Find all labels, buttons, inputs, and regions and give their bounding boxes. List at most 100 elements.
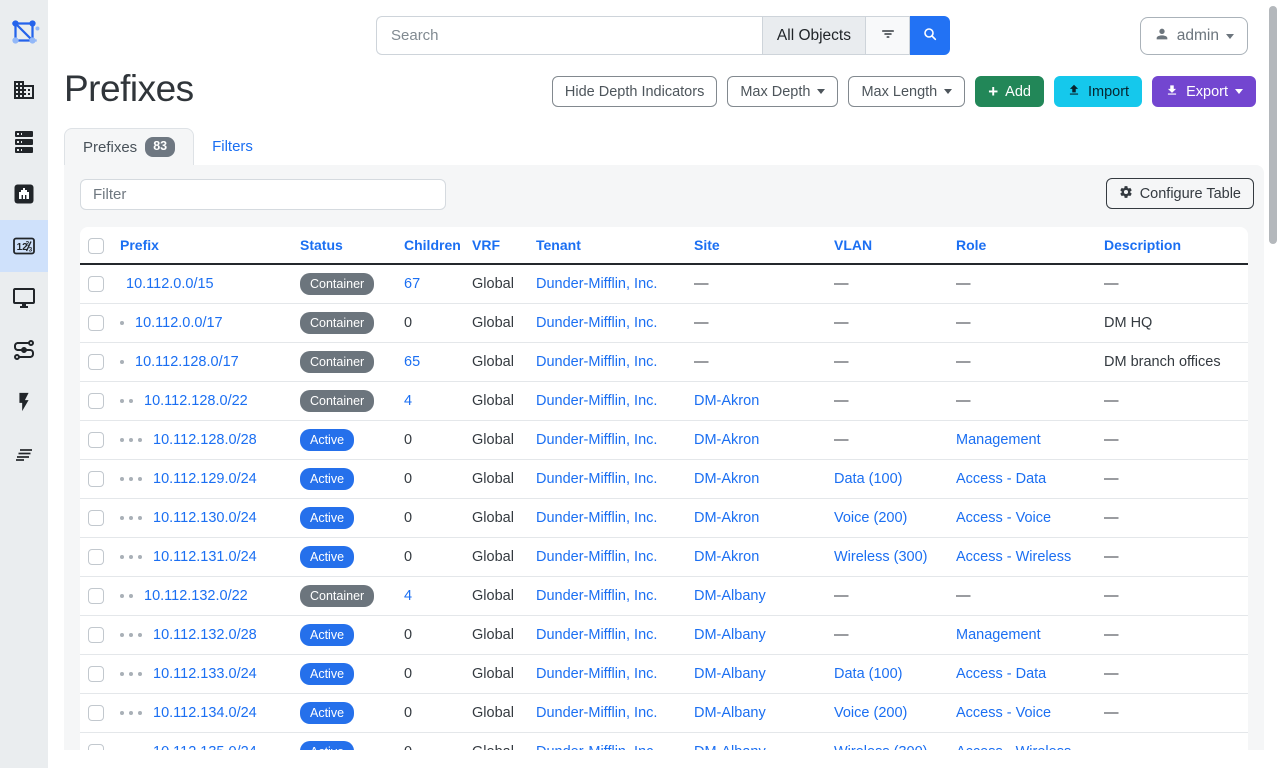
children-link[interactable]: 67 (404, 276, 420, 292)
site-link[interactable]: DM-Albany (694, 705, 766, 721)
prefix-link[interactable]: 10.112.130.0/24 (153, 510, 257, 526)
column-header-children[interactable]: Children (404, 237, 461, 253)
prefix-link[interactable]: 10.112.128.0/17 (135, 354, 239, 370)
site-link[interactable]: DM-Albany (694, 588, 766, 604)
site-link[interactable]: DM-Albany (694, 744, 766, 750)
vlan-link[interactable]: Wireless (300) (834, 549, 927, 565)
select-all-checkbox[interactable] (88, 238, 104, 254)
row-checkbox[interactable] (88, 510, 104, 526)
tenant-link[interactable]: Dunder-Mifflin, Inc. (536, 315, 657, 331)
column-header-status[interactable]: Status (300, 237, 343, 253)
configure-table-button[interactable]: Configure Table (1106, 178, 1254, 209)
netbox-logo-icon[interactable] (0, 0, 48, 64)
prefix-link[interactable]: 10.112.134.0/24 (153, 705, 257, 721)
sidebar-item-power[interactable] (0, 376, 48, 428)
role-link[interactable]: Access - Wireless (956, 744, 1071, 750)
role-link[interactable]: Management (956, 627, 1041, 643)
import-button[interactable]: Import (1054, 76, 1142, 107)
row-checkbox[interactable] (88, 471, 104, 487)
search-input[interactable] (376, 16, 762, 55)
max-depth-dropdown[interactable]: Max Depth (727, 76, 838, 107)
role-link[interactable]: Access - Wireless (956, 549, 1071, 565)
tenant-link[interactable]: Dunder-Mifflin, Inc. (536, 510, 657, 526)
tenant-link[interactable]: Dunder-Mifflin, Inc. (536, 705, 657, 721)
hide-depth-indicators-button[interactable]: Hide Depth Indicators (552, 76, 717, 107)
row-checkbox[interactable] (88, 393, 104, 409)
row-checkbox[interactable] (88, 666, 104, 682)
sidebar-item-ipam[interactable]: 12 2 3 (0, 220, 48, 272)
row-checkbox[interactable] (88, 549, 104, 565)
sidebar-item-provisioning[interactable] (0, 428, 48, 480)
site-link[interactable]: DM-Akron (694, 510, 759, 526)
prefix-link[interactable]: 10.112.128.0/28 (153, 432, 257, 448)
prefix-link[interactable]: 10.112.132.0/28 (153, 627, 257, 643)
user-menu-button[interactable]: admin (1140, 17, 1248, 55)
vlan-link[interactable]: Wireless (300) (834, 744, 927, 750)
search-scope-dropdown[interactable]: All Objects (762, 16, 866, 55)
site-link[interactable]: DM-Akron (694, 471, 759, 487)
prefix-link[interactable]: 10.112.132.0/22 (144, 588, 248, 604)
role-link[interactable]: Access - Voice (956, 705, 1051, 721)
column-header-vrf[interactable]: VRF (472, 237, 500, 253)
sidebar-item-connections[interactable] (0, 168, 48, 220)
row-checkbox[interactable] (88, 432, 104, 448)
row-checkbox[interactable] (88, 276, 104, 292)
site-link[interactable]: DM-Albany (694, 666, 766, 682)
tab-filters[interactable]: Filters (194, 128, 271, 165)
children-link[interactable]: 65 (404, 354, 420, 370)
vlan-link[interactable]: Data (100) (834, 471, 903, 487)
tenant-link[interactable]: Dunder-Mifflin, Inc. (536, 354, 657, 370)
page-scrollbar[interactable] (1269, 6, 1277, 244)
column-header-description[interactable]: Description (1104, 237, 1181, 253)
export-dropdown[interactable]: Export (1152, 76, 1256, 107)
prefix-link[interactable]: 10.112.128.0/22 (144, 393, 248, 409)
role-link[interactable]: Management (956, 432, 1041, 448)
row-checkbox[interactable] (88, 354, 104, 370)
role-link[interactable]: Access - Voice (956, 510, 1051, 526)
tenant-link[interactable]: Dunder-Mifflin, Inc. (536, 276, 657, 292)
row-checkbox[interactable] (88, 588, 104, 604)
sidebar-item-circuits[interactable] (0, 324, 48, 376)
tenant-link[interactable]: Dunder-Mifflin, Inc. (536, 471, 657, 487)
site-link[interactable]: DM-Akron (694, 393, 759, 409)
sidebar-item-organization[interactable] (0, 64, 48, 116)
prefix-link[interactable]: 10.112.129.0/24 (153, 471, 257, 487)
vlan-link[interactable]: Data (100) (834, 666, 903, 682)
children-link[interactable]: 4 (404, 588, 412, 604)
site-link[interactable]: DM-Akron (694, 432, 759, 448)
role-link[interactable]: Access - Data (956, 666, 1046, 682)
prefix-link[interactable]: 10.112.0.0/17 (135, 315, 223, 331)
vlan-link[interactable]: Voice (200) (834, 705, 907, 721)
prefix-link[interactable]: 10.112.135.0/24 (153, 744, 257, 750)
tenant-link[interactable]: Dunder-Mifflin, Inc. (536, 588, 657, 604)
tenant-link[interactable]: Dunder-Mifflin, Inc. (536, 627, 657, 643)
children-link[interactable]: 4 (404, 393, 412, 409)
tenant-link[interactable]: Dunder-Mifflin, Inc. (536, 432, 657, 448)
row-checkbox[interactable] (88, 705, 104, 721)
tab-prefixes[interactable]: Prefixes 83 (64, 128, 194, 165)
add-button[interactable]: + Add (975, 76, 1044, 107)
column-header-role[interactable]: Role (956, 237, 986, 253)
tenant-link[interactable]: Dunder-Mifflin, Inc. (536, 666, 657, 682)
site-link[interactable]: DM-Akron (694, 549, 759, 565)
column-header-vlan[interactable]: VLAN (834, 237, 872, 253)
tenant-link[interactable]: Dunder-Mifflin, Inc. (536, 744, 657, 750)
vlan-link[interactable]: Voice (200) (834, 510, 907, 526)
role-link[interactable]: Access - Data (956, 471, 1046, 487)
row-checkbox[interactable] (88, 315, 104, 331)
column-header-tenant[interactable]: Tenant (536, 237, 581, 253)
prefix-link[interactable]: 10.112.0.0/15 (126, 276, 214, 292)
sidebar-item-virtualization[interactable] (0, 272, 48, 324)
row-checkbox[interactable] (88, 627, 104, 643)
prefix-link[interactable]: 10.112.133.0/24 (153, 666, 257, 682)
tenant-link[interactable]: Dunder-Mifflin, Inc. (536, 393, 657, 409)
column-header-site[interactable]: Site (694, 237, 720, 253)
site-link[interactable]: DM-Albany (694, 627, 766, 643)
prefix-link[interactable]: 10.112.131.0/24 (153, 549, 257, 565)
tenant-link[interactable]: Dunder-Mifflin, Inc. (536, 549, 657, 565)
row-checkbox[interactable] (88, 744, 104, 750)
search-filter-button[interactable] (866, 16, 910, 55)
sidebar-item-devices[interactable] (0, 116, 48, 168)
max-length-dropdown[interactable]: Max Length (848, 76, 965, 107)
column-header-prefix[interactable]: Prefix (120, 237, 159, 253)
